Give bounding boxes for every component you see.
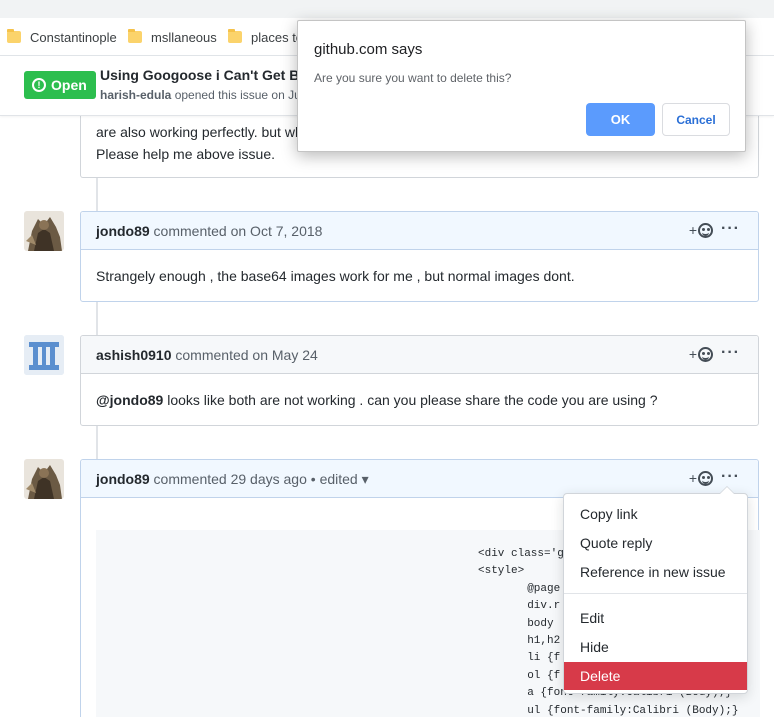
menu-divider [564,593,747,594]
add-reaction-button[interactable]: + [689,346,713,362]
comment-text: Strangely enough , the base64 images wor… [96,268,575,284]
plus-label: + [688,470,697,486]
bookmark-label: Constantinople [30,29,117,45]
code-line: li {f [481,652,561,664]
bookmark-constantinople[interactable]: Constantinople [7,27,117,47]
menu-item-hide[interactable]: Hide [564,633,747,661]
more-actions-button[interactable]: ··· [721,468,740,486]
code-line: div.r [481,600,561,612]
code-line: body [481,618,554,630]
more-actions-button[interactable]: ··· [721,220,740,238]
menu-item-edit[interactable]: Edit [564,604,747,632]
issue-opened-icon: ! [32,78,46,92]
folder-icon [228,29,242,43]
issue-state-label: Open [51,77,87,93]
comment-timestamp[interactable]: commented on Oct 7, 2018 [150,223,323,239]
issue-meta: harish-edula opened this issue on Jun [100,88,307,102]
plus-label: + [688,346,697,362]
confirm-dialog: github.com says Are you sure you want to… [297,20,746,152]
ok-button[interactable]: OK [586,103,655,136]
menu-item-copy-link[interactable]: Copy link [564,500,747,528]
comment-author-link[interactable]: jondo89 [96,223,150,239]
issue-body-line: are also working perfectly. but wh [96,124,303,140]
smiley-icon [698,346,713,362]
avatar[interactable] [24,211,64,251]
comment-timestamp[interactable]: commented 29 days ago [150,471,307,487]
code-line: @page [481,583,561,595]
bookmark-places-to[interactable]: places to [228,27,303,47]
code-line: <style> [478,565,525,577]
plus-label: + [688,222,697,238]
issue-state-badge: ! Open [24,71,96,99]
code-line: <div class='g [478,548,564,560]
user-mention-link[interactable]: @jondo89 [96,392,163,408]
dialog-title: github.com says [314,41,423,58]
smiley-icon [698,222,713,238]
issue-title[interactable]: Using Googoose i Can't Get Bas [100,67,315,83]
comment-actions-menu: Copy link Quote reply Reference in new i… [563,486,748,694]
menu-item-quote-reply[interactable]: Quote reply [564,529,747,557]
bookmark-msllaneous[interactable]: msllaneous [128,27,217,47]
comment-author-link[interactable]: ashish0910 [96,347,172,363]
comment-meta: jondo89 commented on Oct 7, 2018 [96,223,322,239]
comment-author-link[interactable]: jondo89 [96,471,150,487]
comment-text-rest: looks like both are not working . can yo… [163,392,658,408]
menu-item-reference-in-new-issue[interactable]: Reference in new issue [564,558,747,586]
issue-body-line: Please help me above issue. [96,146,275,162]
comment-meta: jondo89 commented 29 days ago • edited ▾ [96,471,369,488]
folder-icon [128,29,142,43]
code-line: ol {f [481,670,561,682]
avatar[interactable] [24,459,64,499]
bookmark-label: msllaneous [151,29,217,45]
add-reaction-button[interactable]: + [689,222,713,238]
issue-meta-text: opened this issue on Jun [171,88,308,102]
avatar[interactable] [24,335,64,375]
comment-header: ashish0910 commented on May 24 + ··· [81,336,758,374]
comment-timestamp[interactable]: commented on May 24 [172,347,317,363]
code-line: ul {font-family:Calibri (Body);} [481,705,739,717]
comment: ashish0910 commented on May 24 + ··· @jo… [80,335,759,426]
cancel-button[interactable]: Cancel [662,103,730,136]
smiley-icon [698,470,713,486]
code-line: h1,h2 [481,635,561,647]
more-actions-button[interactable]: ··· [721,344,740,362]
add-reaction-button[interactable]: + [689,470,713,486]
dialog-message: Are you sure you want to delete this? [314,71,512,85]
comment: jondo89 commented on Oct 7, 2018 + ··· S… [80,211,759,302]
browser-top-strip [0,0,774,18]
comment-header: jondo89 commented on Oct 7, 2018 + ··· [81,212,758,250]
bookmark-label: places to [251,29,304,45]
comment-text: @jondo89 looks like both are not working… [96,392,658,408]
folder-icon [7,29,21,43]
menu-item-delete[interactable]: Delete [564,662,747,690]
comment-meta: ashish0910 commented on May 24 [96,347,318,363]
issue-author-link[interactable]: harish-edula [100,88,171,102]
edited-dropdown[interactable]: • edited ▾ [307,471,369,487]
